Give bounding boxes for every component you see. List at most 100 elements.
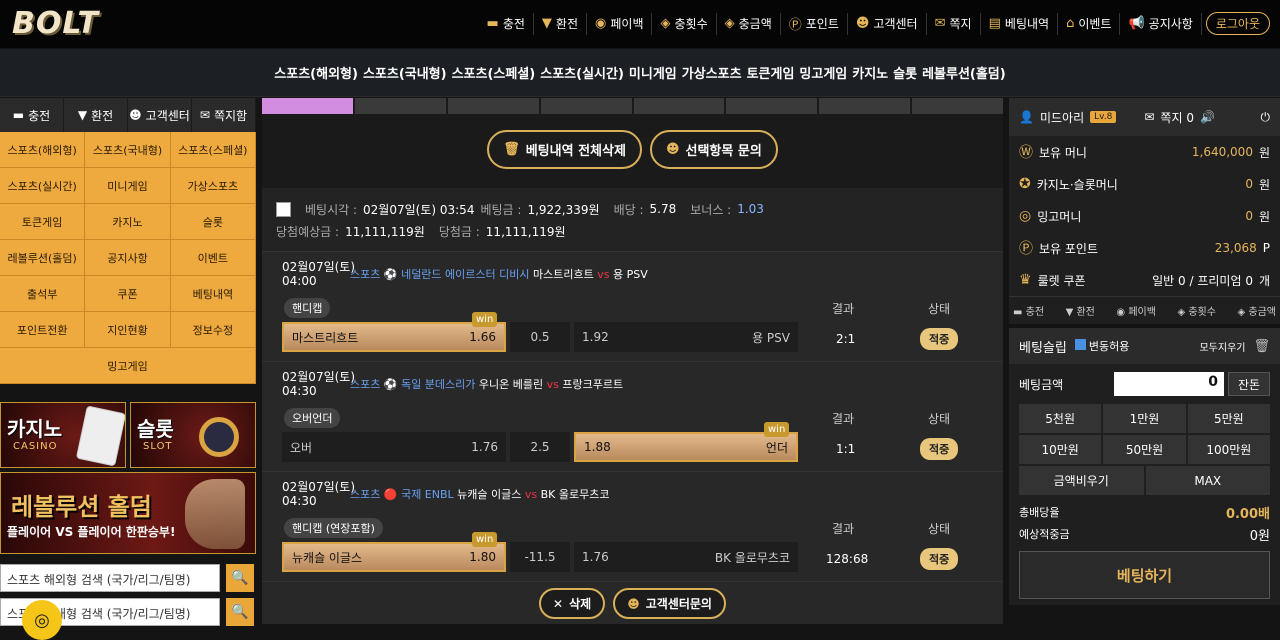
casino-banner[interactable]: 카지노 CASINO <box>0 402 126 468</box>
nav-bet-history[interactable]: ▤ 베팅내역 <box>981 12 1059 35</box>
nav-payback[interactable]: ◉ 페이백 <box>587 12 653 35</box>
clear-all-link[interactable]: 모두지우기 <box>1199 339 1245 354</box>
left-tab-support[interactable]: ☻ 고객센터 <box>128 98 192 132</box>
left-menu-item[interactable]: 레볼루션(홀덤) <box>0 240 86 276</box>
delete-button[interactable]: ✕ 삭제 <box>539 588 606 619</box>
left-menu-item[interactable]: 쿠폰 <box>85 276 171 312</box>
place-bet-button[interactable]: 베팅하기 <box>1019 551 1270 599</box>
nav-charge-amount[interactable]: ◈ 충금액 <box>717 12 781 35</box>
amount-key[interactable]: 5천원 <box>1019 404 1102 433</box>
menu-sports-special[interactable]: 스포츠(스페셜) <box>452 63 536 82</box>
auto-change-checkbox[interactable]: 변동허용 <box>1074 338 1129 354</box>
power-icon[interactable]: ⏻ <box>1261 110 1271 125</box>
history-tab[interactable] <box>819 98 911 114</box>
left-menu-item[interactable]: 토큰게임 <box>0 204 86 240</box>
clear-amount-button[interactable]: 금액비우기 <box>1019 466 1144 495</box>
menu-revolution[interactable]: 레볼루션(홀덤) <box>922 63 1006 82</box>
history-tab[interactable] <box>447 98 539 114</box>
nav-charge-count[interactable]: ◈ 충횟수 <box>652 12 717 35</box>
speaker-icon[interactable]: 🔊 <box>1200 110 1215 124</box>
left-menu-item[interactable]: 스포츠(해외형) <box>0 132 86 168</box>
nav-message[interactable]: ✉ 쪽지 <box>927 12 981 35</box>
message-icon[interactable]: ✉ <box>1144 110 1154 124</box>
delete-all-history-button[interactable]: 🗑 베팅내역 전체삭제 <box>487 130 642 169</box>
left-menu-item[interactable]: 공지사항 <box>85 240 171 276</box>
menu-sports-live[interactable]: 스포츠(실시간) <box>540 63 624 82</box>
slot-banner[interactable]: 슬롯 SLOT <box>130 402 256 468</box>
status-badge: 적중 <box>920 438 959 460</box>
amount-key[interactable]: 10만원 <box>1019 435 1102 464</box>
max-button[interactable]: MAX <box>1145 466 1270 495</box>
menu-slot[interactable]: 슬롯 <box>893 63 917 82</box>
left-menu-item[interactable]: 스포츠(실시간) <box>0 168 86 204</box>
market-badge: 핸디캡 <box>284 298 331 318</box>
menu-virtual-sports[interactable]: 가상스포츠 <box>682 63 742 82</box>
inquiry-selected-button[interactable]: ☻ 선택항목 문의 <box>649 130 778 169</box>
point-icon: Ⓟ <box>788 18 802 33</box>
revolution-holdem-banner[interactable]: 레볼루션 홀덤 플레이어 VS 플레이어 한판승부! <box>0 472 256 554</box>
left-tab-exchange[interactable]: ▼ 환전 <box>64 98 128 132</box>
menu-sports-overseas[interactable]: 스포츠(해외형) <box>274 63 358 82</box>
user-icon: 👤 <box>1019 110 1034 124</box>
left-menu-item[interactable]: 슬롯 <box>170 204 256 240</box>
chat-icon[interactable]: ◎ <box>22 600 62 640</box>
history-tab[interactable] <box>726 98 818 114</box>
left-menu-item[interactable]: 밍고게임 <box>0 348 256 384</box>
left-menu-item[interactable]: 이벤트 <box>170 240 256 276</box>
left-menu-item[interactable]: 베팅내역 <box>170 276 256 312</box>
nav-point[interactable]: Ⓟ 포인트 <box>781 12 848 35</box>
quick-payback[interactable]: ◉ 페이백 <box>1116 303 1156 318</box>
history-tab[interactable] <box>912 98 1003 114</box>
search-overseas-input[interactable]: 스포츠 해외형 검색 (국가/리그/팀명) <box>0 564 220 592</box>
nav-charge[interactable]: ▬ 충전 <box>479 12 534 35</box>
menu-token-game[interactable]: 토큰게임 <box>747 63 795 82</box>
amount-key[interactable]: 50만원 <box>1103 435 1186 464</box>
quick-exchange[interactable]: ▼ 환전 <box>1066 303 1095 318</box>
trash-icon[interactable]: 🗑 <box>1253 339 1270 354</box>
left-menu-item[interactable]: 스포츠(스페셜) <box>170 132 256 168</box>
left-menu-item[interactable]: 포인트전환 <box>0 312 86 348</box>
logout-button[interactable]: 로그아웃 <box>1205 12 1270 35</box>
select-checkbox[interactable] <box>276 201 291 217</box>
amount-key[interactable]: 100만원 <box>1187 435 1270 464</box>
balance-row: ♛ 룰렛 쿠폰 일반 0 / 프리미엄 0개 <box>1019 272 1270 288</box>
quick-charge[interactable]: ▬ 충전 <box>1013 303 1044 318</box>
history-tab[interactable] <box>633 98 725 114</box>
nav-support[interactable]: ☻ 고객센터 <box>848 12 927 35</box>
card-icon: ▬ <box>486 16 499 31</box>
left-menu-item[interactable]: 카지노 <box>85 204 171 240</box>
card-icon: ▬ <box>12 108 25 122</box>
menu-casino[interactable]: 카지노 <box>852 63 888 82</box>
logo[interactable]: BOLT <box>12 6 99 41</box>
left-tab-charge[interactable]: ▬ 충전 <box>0 98 64 132</box>
left-menu-item[interactable]: 지인현황 <box>85 312 171 348</box>
amount-key[interactable]: 1만원 <box>1103 404 1186 433</box>
left-menu-item[interactable]: 스포츠(국내형) <box>85 132 171 168</box>
search-icon[interactable]: 🔍 <box>226 598 254 626</box>
slot-reel-icon <box>199 417 239 457</box>
left-menu-item[interactable]: 미니게임 <box>85 168 171 204</box>
history-tab[interactable] <box>540 98 632 114</box>
left-menu-item[interactable]: 가상스포츠 <box>170 168 256 204</box>
left-menu-item[interactable]: 출석부 <box>0 276 86 312</box>
bet-amount-input[interactable]: 0 <box>1114 372 1224 396</box>
left-menu-item[interactable]: 정보수정 <box>170 312 256 348</box>
amount-key[interactable]: 5만원 <box>1187 404 1270 433</box>
nav-notice[interactable]: 📢 공지사항 <box>1120 12 1202 35</box>
change-button[interactable]: 잔돈 <box>1228 372 1270 396</box>
search-icon[interactable]: 🔍 <box>226 564 254 592</box>
history-tabs <box>262 98 1003 114</box>
message-count[interactable]: 쪽지 0 <box>1160 109 1194 126</box>
quick-charge-count[interactable]: ◈ 충횟수 <box>1177 303 1215 318</box>
menu-mingo-game[interactable]: 밍고게임 <box>799 63 847 82</box>
support-inquiry-button[interactable]: ☻ 고객센터문의 <box>613 588 726 619</box>
nav-event[interactable]: ⌂ 이벤트 <box>1058 12 1121 35</box>
quick-charge-amount[interactable]: ◈ 충금액 <box>1238 303 1276 318</box>
pick-home: 오버 1.76 <box>282 432 506 462</box>
history-tab[interactable] <box>262 98 353 114</box>
left-tab-inbox[interactable]: ✉ 쪽지함 <box>192 98 256 132</box>
menu-sports-domestic[interactable]: 스포츠(국내형) <box>363 63 447 82</box>
nav-exchange[interactable]: ▼ 환전 <box>534 12 588 35</box>
history-tab[interactable] <box>354 98 446 114</box>
menu-minigame[interactable]: 미니게임 <box>629 63 677 82</box>
